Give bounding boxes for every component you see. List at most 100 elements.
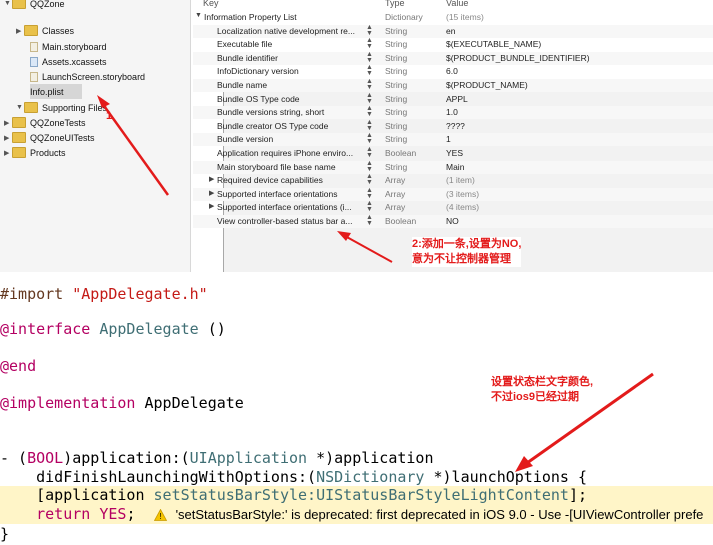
- plist-key[interactable]: Bundle OS Type code: [217, 94, 362, 104]
- nav-item-products[interactable]: ▶ Products: [4, 145, 66, 160]
- plist-key[interactable]: Bundle creator OS Type code: [217, 121, 362, 131]
- plist-key[interactable]: Supported interface orientations: [217, 189, 362, 199]
- type-stepper-icon[interactable]: ▲ ▼: [366, 187, 373, 200]
- plist-key[interactable]: Bundle name: [217, 80, 362, 90]
- plist-key[interactable]: Supported interface orientations (i...: [217, 202, 362, 212]
- disclosure-right-icon[interactable]: ▶: [4, 119, 12, 127]
- nav-item-assets[interactable]: Assets.xcassets: [30, 54, 107, 69]
- type-stepper-icon[interactable]: ▲ ▼: [366, 146, 373, 159]
- plist-type[interactable]: String: [385, 107, 407, 117]
- plist-row[interactable]: ▶ Supported interface orientations (i... ▲…: [193, 200, 713, 214]
- disclosure-down-icon[interactable]: ▼: [4, 0, 12, 7]
- plist-type[interactable]: String: [385, 80, 407, 90]
- plist-row[interactable]: Bundle OS Type code ▲ ▼ String APPL: [193, 92, 713, 106]
- plist-key[interactable]: InfoDictionary version: [217, 66, 362, 76]
- disclosure-down-icon[interactable]: ▼: [16, 104, 24, 111]
- type-stepper-icon[interactable]: ▲ ▼: [366, 64, 373, 77]
- plist-key[interactable]: Bundle versions string, short: [217, 107, 362, 117]
- nav-item-info-plist[interactable]: Info.plist: [30, 84, 713, 356]
- plist-value[interactable]: (1 item): [446, 175, 475, 185]
- plist-key[interactable]: Main storyboard file base name: [217, 162, 362, 172]
- plist-key[interactable]: Information Property List: [204, 12, 349, 22]
- plist-value[interactable]: (15 items): [446, 12, 484, 22]
- plist-row[interactable]: Executable file ▲ ▼ String $(EXECUTABLE_NAME…: [193, 37, 713, 51]
- plist-value[interactable]: ????: [446, 121, 465, 131]
- plist-key[interactable]: Application requires iPhone enviro...: [217, 148, 362, 158]
- plist-value[interactable]: $(EXECUTABLE_NAME): [446, 39, 541, 49]
- plist-row[interactable]: Bundle identifier ▲ ▼ String $(PRODUCT_BUNDL…: [193, 51, 713, 65]
- plist-row[interactable]: InfoDictionary version ▲ ▼ String 6.0: [193, 64, 713, 78]
- type-stepper-icon[interactable]: ▲ ▼: [366, 105, 373, 118]
- plist-row[interactable]: View controller-based status bar a... ▲ ▼ B…: [193, 214, 713, 228]
- type-stepper-icon[interactable]: ▲ ▼: [366, 37, 373, 50]
- plist-value[interactable]: APPL: [446, 94, 468, 104]
- plist-type[interactable]: Boolean: [385, 216, 416, 226]
- nav-item-classes[interactable]: ▶ Classes: [16, 23, 74, 38]
- plist-type[interactable]: Array: [385, 202, 405, 212]
- plist-value[interactable]: YES: [446, 148, 463, 158]
- nav-item-qqzone[interactable]: ▼ QQZone: [4, 0, 65, 11]
- plist-row[interactable]: Bundle versions string, short ▲ ▼ String 1.0: [193, 105, 713, 120]
- nav-item-qqzoneuitests[interactable]: ▶ QQZoneUITests: [4, 130, 95, 145]
- plist-value[interactable]: $(PRODUCT_NAME): [446, 80, 528, 90]
- plist-row[interactable]: Main storyboard file base name ▲ ▼ String Ma…: [193, 160, 713, 174]
- plist-type[interactable]: String: [385, 66, 407, 76]
- nav-item-launchscreen[interactable]: LaunchScreen.storyboard: [30, 69, 145, 84]
- type-stepper-icon[interactable]: ▲ ▼: [366, 51, 373, 64]
- plist-type[interactable]: String: [385, 94, 407, 104]
- plist-key[interactable]: Bundle identifier: [217, 53, 362, 63]
- deprecation-warning[interactable]: 'setStatusBarStyle:' is deprecated: firs…: [176, 507, 704, 522]
- plist-row[interactable]: ▶ Required device capabilities ▲ ▼ Array (1 i…: [193, 173, 713, 187]
- plist-type[interactable]: Array: [385, 175, 405, 185]
- plist-type[interactable]: Array: [385, 189, 405, 199]
- disclosure-right-icon[interactable]: ▶: [4, 149, 12, 157]
- plist-value[interactable]: NO: [446, 216, 459, 226]
- disclosure-right-icon[interactable]: ▶: [209, 175, 214, 183]
- type-stepper-icon[interactable]: ▲ ▼: [366, 214, 373, 227]
- nav-item-qqzonetests[interactable]: ▶ QQZoneTests: [4, 115, 86, 130]
- type-stepper-icon[interactable]: ▲ ▼: [366, 132, 373, 145]
- disclosure-right-icon[interactable]: ▶: [4, 134, 12, 142]
- plist-value[interactable]: $(PRODUCT_BUNDLE_IDENTIFIER): [446, 53, 590, 63]
- disclosure-down-icon[interactable]: ▼: [195, 12, 202, 19]
- plist-type[interactable]: String: [385, 121, 407, 131]
- plist-value[interactable]: 6.0: [446, 66, 458, 76]
- plist-value[interactable]: en: [446, 26, 455, 36]
- plist-row[interactable]: Localization native development re... ▲ ▼ S…: [193, 24, 713, 38]
- plist-row[interactable]: Application requires iPhone enviro... ▲ ▼ B…: [193, 146, 713, 160]
- plist-value[interactable]: (4 items): [446, 202, 479, 212]
- plist-row[interactable]: Bundle name ▲ ▼ String $(PRODUCT_NAME): [193, 78, 713, 92]
- type-stepper-icon[interactable]: ▲ ▼: [366, 160, 373, 173]
- plist-type[interactable]: Boolean: [385, 148, 416, 158]
- warning-icon[interactable]: !: [153, 509, 167, 521]
- nav-item-supporting-files[interactable]: ▼ Supporting Files: [16, 100, 107, 115]
- type-stepper-icon[interactable]: ▲ ▼: [366, 92, 373, 105]
- plist-key[interactable]: View controller-based status bar a...: [217, 216, 362, 226]
- disclosure-right-icon[interactable]: ▶: [16, 27, 24, 35]
- code-editor[interactable]: #import "AppDelegate.h" @interface AppDe…: [0, 272, 713, 545]
- plist-key[interactable]: Localization native development re...: [217, 26, 362, 36]
- type-stepper-icon[interactable]: ▲ ▼: [366, 24, 373, 37]
- type-stepper-icon[interactable]: ▲ ▼: [366, 78, 373, 91]
- plist-row[interactable]: Bundle creator OS Type code ▲ ▼ String????: [193, 119, 713, 133]
- plist-key[interactable]: Bundle version: [217, 134, 362, 144]
- type-stepper-icon[interactable]: ▲ ▼: [366, 173, 373, 186]
- header-key[interactable]: Key: [203, 0, 219, 8]
- disclosure-right-icon[interactable]: ▶: [209, 189, 214, 197]
- plist-value[interactable]: 1.0: [446, 107, 458, 117]
- plist-row[interactable]: ▶ Supported interface orientations ▲ ▼ Array…: [193, 187, 713, 201]
- plist-type[interactable]: String: [385, 26, 407, 36]
- nav-item-main-storyboard[interactable]: Main.storyboard: [30, 39, 107, 54]
- plist-type[interactable]: Dictionary: [385, 12, 423, 22]
- plist-type[interactable]: String: [385, 162, 407, 172]
- plist-value[interactable]: Main: [446, 162, 464, 172]
- disclosure-right-icon[interactable]: ▶: [209, 202, 214, 210]
- plist-type[interactable]: String: [385, 39, 407, 49]
- plist-value[interactable]: (3 items): [446, 189, 479, 199]
- type-stepper-icon[interactable]: ▲ ▼: [366, 200, 373, 213]
- plist-row[interactable]: Bundle version ▲ ▼ String 1: [193, 132, 713, 147]
- header-type[interactable]: Type: [385, 0, 405, 8]
- header-value[interactable]: Value: [446, 0, 468, 8]
- plist-key[interactable]: Required device capabilities: [217, 175, 362, 185]
- plist-type[interactable]: String: [385, 134, 407, 144]
